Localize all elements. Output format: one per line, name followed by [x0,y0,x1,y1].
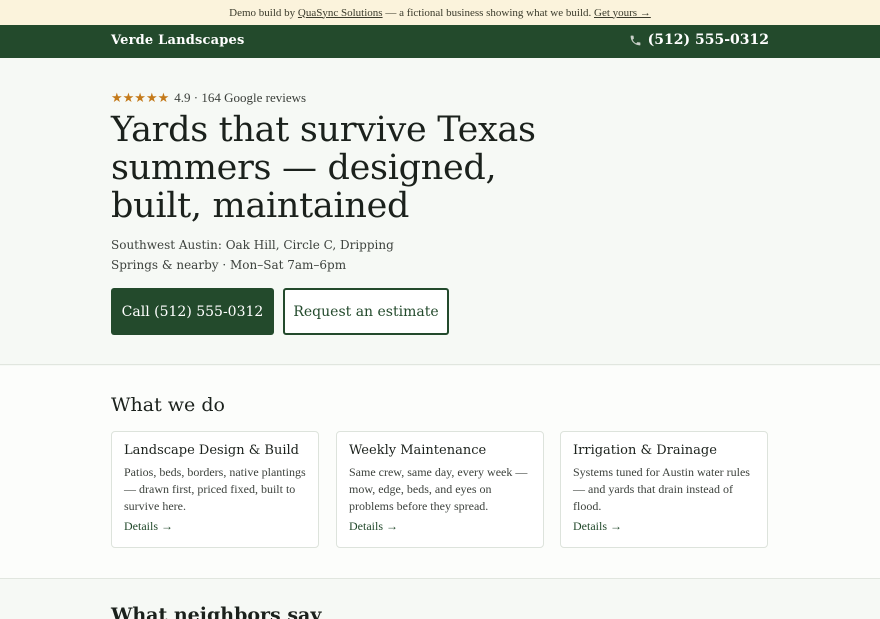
header-phone-link[interactable]: (512) 555-0312 [629,32,769,48]
demo-banner-cta-link[interactable]: Get yours → [594,7,651,19]
header-phone-number: (512) 555-0312 [647,32,769,48]
service-card-irrigation: Irrigation & Drainage Systems tuned for … [560,431,768,548]
service-card-title: Landscape Design & Build [124,443,299,458]
rating-stars: ★★★★★ [111,90,170,105]
call-button[interactable]: Call (512) 555-0312 [111,288,274,335]
service-card-design-build: Landscape Design & Build Patios, beds, b… [111,431,319,548]
service-details-link[interactable]: Details → [124,519,173,534]
service-details-link[interactable]: Details → [573,519,622,534]
demo-banner-prefix: Demo build by [229,6,296,19]
site-header: Verde Landscapes (512) 555-0312 [0,25,880,58]
services-section: What we do Landscape Design & Build Pati… [0,366,880,579]
demo-banner-company-link[interactable]: QuaSync Solutions [298,7,383,19]
phone-icon [629,34,642,47]
service-card-text: Patios, beds, borders, native plantings … [124,465,306,513]
service-card-maintenance: Weekly Maintenance Same crew, same day, … [336,431,544,548]
hero-title: Yards that survive Texas summers — desig… [111,110,536,226]
rating-row: ★★★★★ 4.9 · 164 Google reviews [111,90,306,106]
rating-text: 4.9 · 164 Google reviews [174,90,307,105]
testimonials-title: What neighbors say [111,604,322,619]
services-title: What we do [111,394,225,416]
request-estimate-button[interactable]: Request an estimate [283,288,449,335]
service-details-link[interactable]: Details → [349,519,398,534]
demo-banner-middle: — a fictional business showing what we b… [385,6,592,19]
brand-name[interactable]: Verde Landscapes [111,33,245,48]
service-card-text: Systems tuned for Austin water rules — a… [573,465,750,513]
service-card-text: Same crew, same day, every week — mow, e… [349,465,528,513]
service-card-title: Weekly Maintenance [349,443,487,458]
hero-subtitle: Southwest Austin: Oak Hill, Circle C, Dr… [111,238,394,272]
demo-banner: Demo build by QuaSync Solutions — a fict… [0,0,880,25]
service-card-title: Irrigation & Drainage [573,443,717,458]
hero-section: ★★★★★ 4.9 · 164 Google reviews Yards tha… [0,58,880,365]
